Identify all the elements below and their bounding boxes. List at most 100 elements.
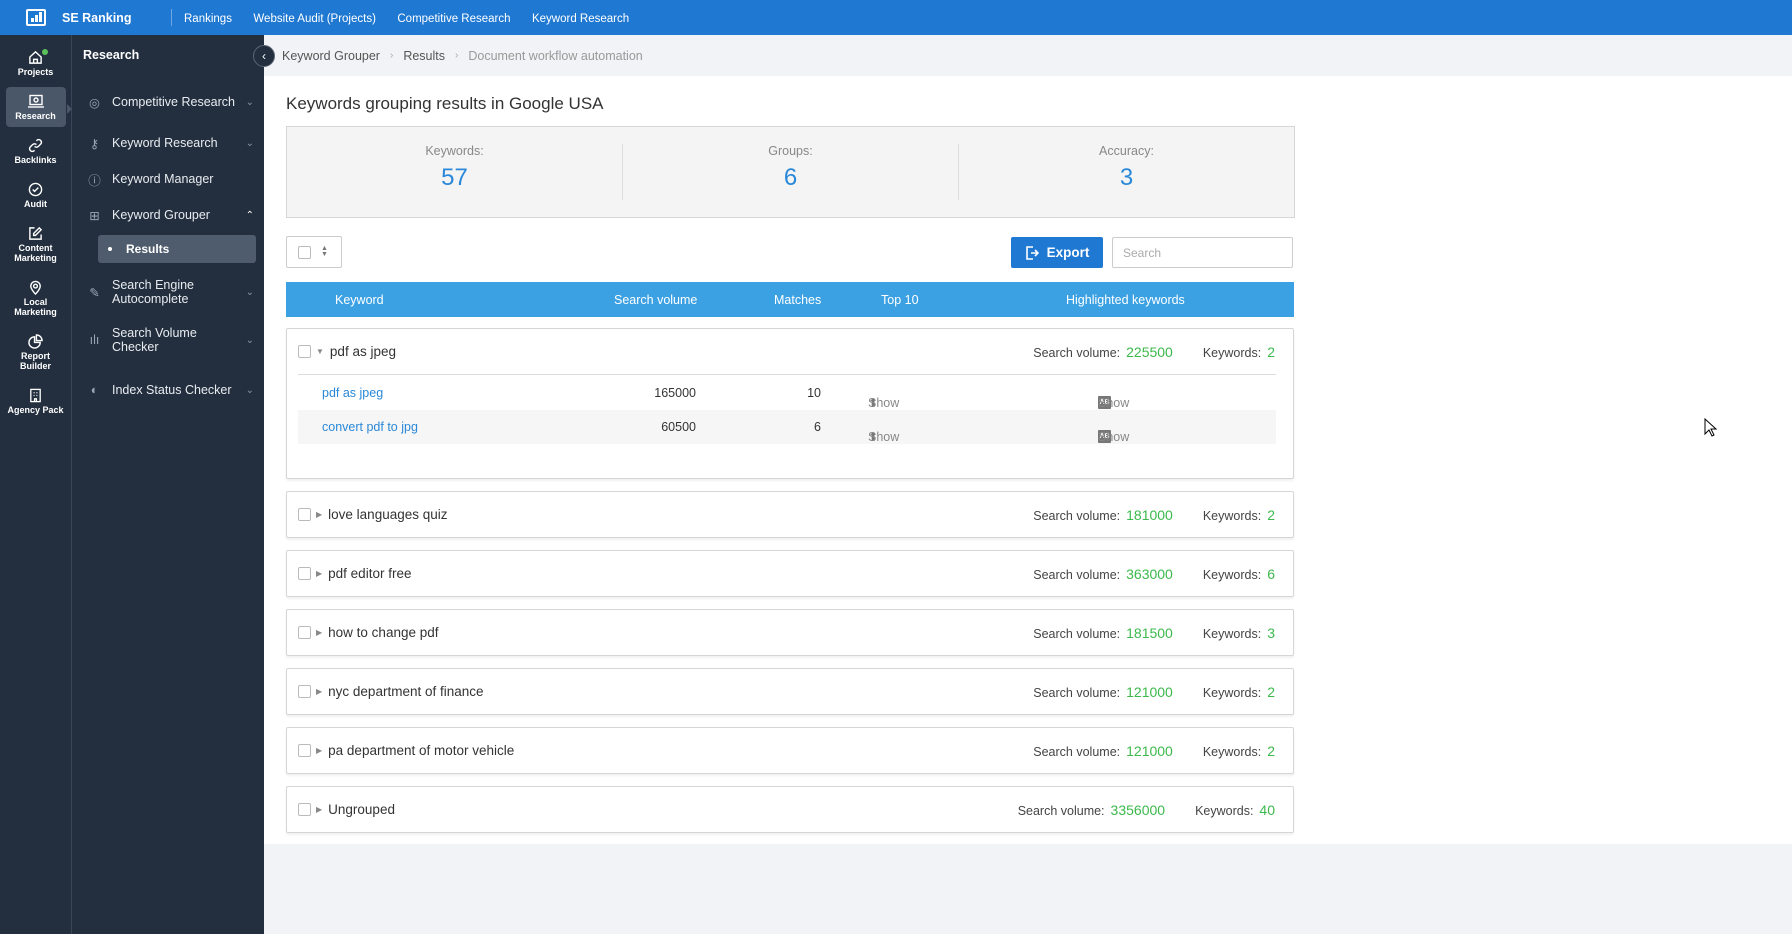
group-header[interactable]: ▶ pdf editor free Search volume: 363000 K…	[287, 551, 1293, 596]
caret-right-icon[interactable]: ▶	[316, 746, 322, 755]
group-header[interactable]: ▶ Ungrouped Search volume: 3356000 Keywor…	[287, 787, 1293, 832]
rail-item-local-marketing[interactable]: Local Marketing	[6, 273, 66, 323]
rail-label: Agency Pack	[7, 405, 64, 415]
top-nav-competitive-research[interactable]: Competitive Research	[397, 13, 510, 25]
collapse-sidebar-button[interactable]: ‹	[253, 45, 275, 67]
breadcrumb-results[interactable]: Results	[403, 49, 445, 63]
rail-label: Projects	[17, 67, 54, 77]
group-checkbox[interactable]	[298, 345, 311, 358]
col-keyword[interactable]: Keyword	[335, 293, 384, 307]
top-nav: Rankings Website Audit (Projects) Compet…	[184, 9, 646, 27]
divider	[171, 9, 172, 26]
caret-right-icon[interactable]: ▶	[316, 510, 322, 519]
group-search-volume: Search volume: 3356000	[1018, 802, 1165, 818]
kw-label: Keywords:	[1202, 685, 1262, 700]
subnav-title: Research	[83, 48, 140, 62]
sv-value: 363000	[1126, 565, 1173, 582]
search-input[interactable]	[1112, 237, 1293, 268]
group-header[interactable]: ▶ pa department of motor vehicle Search …	[287, 728, 1293, 773]
brand-logo[interactable]: SE Ranking	[26, 9, 171, 26]
link-icon	[28, 138, 43, 153]
chevron-down-icon: ⌄	[245, 137, 254, 149]
stat-label: Accuracy:	[1099, 144, 1154, 158]
bulk-select-dropdown[interactable]: ▲ ▼	[286, 236, 342, 268]
group-header[interactable]: ▶ how to change pdf Search volume: 181500…	[287, 610, 1293, 655]
kw-value: 2	[1267, 742, 1275, 759]
chevron-down-icon: ⌄	[245, 384, 254, 396]
keyword-link[interactable]: pdf as jpeg	[322, 386, 383, 400]
top-bar: SE Ranking Rankings Website Audit (Proje…	[0, 0, 1792, 35]
col-top10: Top 10	[881, 293, 919, 307]
group-row: ▶ pdf editor free Search volume: 363000 K…	[286, 550, 1294, 597]
home-icon	[29, 50, 42, 64]
group-checkbox[interactable]	[298, 567, 311, 580]
stat-accuracy: Accuracy: 3	[959, 144, 1294, 200]
subnav-item-keyword-research[interactable]: ⚷ Keyword Research ⌄	[72, 125, 264, 161]
top-nav-keyword-research[interactable]: Keyword Research	[532, 13, 629, 25]
group-checkbox[interactable]	[298, 626, 311, 639]
show-label: Show	[868, 430, 900, 444]
caret-right-icon[interactable]: ▶	[316, 805, 322, 814]
col-search-volume[interactable]: Search volume	[614, 293, 697, 307]
breadcrumb-keyword-grouper[interactable]: Keyword Grouper	[282, 49, 380, 63]
rail-label: Local Marketing	[14, 297, 57, 317]
show-label: Show	[1098, 430, 1130, 444]
group-checkbox[interactable]	[298, 685, 311, 698]
check-circle-icon	[28, 182, 43, 197]
sv-value: 3356000	[1110, 801, 1166, 818]
subnav-item-search-engine-autocomplete[interactable]: ✎ Search Engine Autocomplete ⌄	[72, 269, 264, 315]
research-subnav: Research ◎ Competitive Research ⌄ ⚷ Keyw…	[72, 35, 264, 934]
subnav-item-keyword-grouper[interactable]: ⊞ Keyword Grouper ⌃	[72, 197, 264, 233]
caret-right-icon[interactable]: ▶	[316, 687, 322, 696]
col-matches[interactable]: Matches	[774, 293, 821, 307]
group-header[interactable]: ▼ pdf as jpeg Search volume: 225500 Keywo…	[287, 329, 1293, 374]
subnav-label: Keyword Grouper	[112, 208, 210, 222]
chevron-down-icon: ⌄	[245, 286, 254, 298]
top-nav-website-audit[interactable]: Website Audit (Projects)	[253, 13, 376, 25]
keyword-volume: 165000	[654, 386, 696, 400]
kw-value: 6	[1267, 565, 1275, 582]
kw-label: Keywords:	[1202, 567, 1262, 582]
subnav-item-competitive-research[interactable]: ◎ Competitive Research ⌄	[72, 79, 264, 125]
page-title: Keywords grouping results in Google USA	[286, 94, 604, 113]
caret-right-icon[interactable]: ▶	[316, 628, 322, 637]
rail-item-content-marketing[interactable]: Content Marketing	[6, 219, 66, 269]
group-header[interactable]: ▶ nyc department of finance Search volum…	[287, 669, 1293, 714]
breadcrumb-separator: ›	[455, 50, 459, 61]
chevron-down-icon: ⌄	[245, 96, 254, 108]
rail-item-report-builder[interactable]: Report Builder	[6, 327, 66, 377]
stat-value: 6	[783, 164, 798, 191]
stat-label: Keywords:	[425, 144, 484, 158]
rail-item-agency-pack[interactable]: Agency Pack	[6, 381, 66, 421]
kw-label: Keywords:	[1202, 744, 1262, 759]
select-all-checkbox[interactable]	[298, 245, 311, 259]
subnav-item-results[interactable]: Results	[98, 235, 256, 263]
group-keywords: Keywords: 2	[1203, 743, 1275, 759]
subnav-item-search-volume-checker[interactable]: ılı Search Volume Checker ⌄	[72, 315, 264, 365]
brand-name: SE Ranking	[62, 10, 132, 25]
rail-item-projects[interactable]: Projects	[6, 43, 66, 83]
group-header[interactable]: ▶ love languages quiz Search volume: 1810…	[287, 492, 1293, 537]
sv-label: Search volume:	[1017, 803, 1105, 818]
caret-right-icon[interactable]: ▶	[316, 569, 322, 578]
export-button[interactable]: Export	[1011, 237, 1103, 268]
rail-item-research[interactable]: Research	[5, 87, 72, 127]
subnav-label: Index Status Checker	[112, 383, 232, 397]
subnav-item-index-status-checker[interactable]: ◐ Index Status Checker ⌄	[72, 365, 264, 415]
keyword-link[interactable]: convert pdf to jpg	[322, 420, 418, 434]
subnav-item-keyword-manager[interactable]: ⓘ Keyword Manager	[72, 161, 264, 197]
kw-value: 2	[1267, 506, 1275, 523]
map-pin-icon	[30, 280, 41, 295]
mouse-cursor-icon	[1704, 418, 1718, 437]
stat-value: 57	[441, 164, 468, 191]
caret-down-icon[interactable]: ▼	[316, 347, 324, 356]
rail-item-backlinks[interactable]: Backlinks	[6, 131, 66, 171]
group-keywords: Keywords: 40	[1195, 802, 1275, 818]
group-checkbox[interactable]	[298, 508, 311, 521]
rail-item-audit[interactable]: Audit	[6, 175, 66, 215]
status-dot	[41, 49, 48, 55]
subnav-label: Results	[126, 242, 170, 256]
group-checkbox[interactable]	[298, 744, 311, 757]
group-checkbox[interactable]	[298, 803, 311, 816]
top-nav-rankings[interactable]: Rankings	[184, 13, 232, 25]
